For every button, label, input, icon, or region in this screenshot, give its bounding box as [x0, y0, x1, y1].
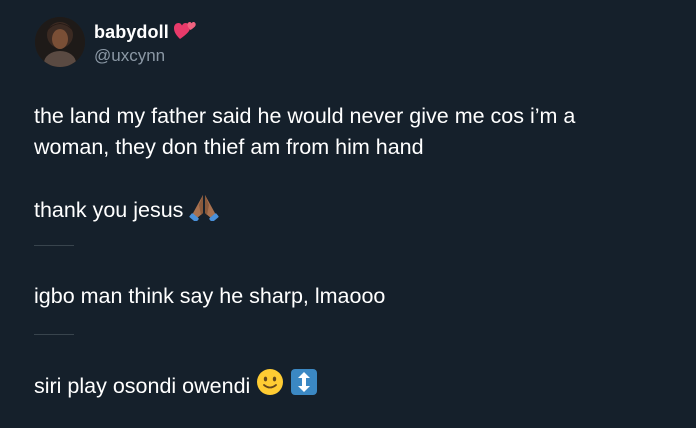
up-down-arrow-icon	[290, 368, 318, 405]
author-name-row[interactable]: babydoll	[94, 19, 197, 46]
display-name[interactable]: babydoll	[94, 22, 169, 43]
tweet-line: the land my father said he would never g…	[34, 104, 576, 128]
slightly-smiling-face-icon	[256, 368, 284, 405]
tweet-paragraph-4: siri play osondi owendi	[34, 368, 318, 405]
username-handle[interactable]: @uxcynn	[94, 46, 165, 66]
tweet-line: igbo man think say he sharp, lmaooo	[34, 284, 386, 308]
tweet-paragraph-1: the land my father said he would never g…	[34, 101, 674, 163]
tweet-paragraph-3: igbo man think say he sharp, lmaooo	[34, 281, 385, 312]
avatar-image	[35, 17, 85, 67]
divider	[34, 245, 74, 246]
folded-hands-icon	[189, 191, 219, 230]
tweet-line: thank you jesus	[34, 198, 184, 222]
tweet-card: babydoll @uxcynn the land my father said…	[0, 0, 696, 428]
tweet-paragraph-2: thank you jesus	[34, 191, 219, 230]
tweet-line: woman, they don thief am from him hand	[34, 135, 424, 159]
two-hearts-icon	[173, 19, 197, 46]
tweet-line: siri play osondi owendi	[34, 374, 251, 398]
divider	[34, 334, 74, 335]
tweet-text: the land my father said he would never g…	[34, 101, 674, 163]
avatar[interactable]	[35, 17, 85, 67]
